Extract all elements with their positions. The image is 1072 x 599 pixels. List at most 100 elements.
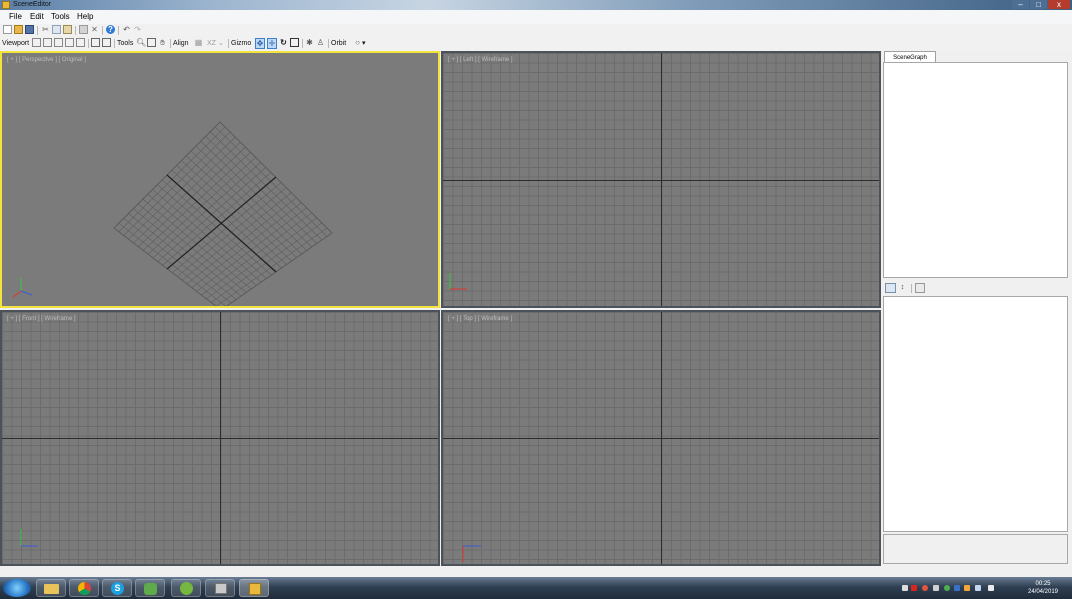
volume-icon[interactable] [933,585,939,591]
align-grid-icon[interactable]: ▦ [194,38,203,47]
chevron-down-icon[interactable]: ⌄ [218,39,224,49]
rename-icon[interactable] [79,25,88,34]
device-taskbar-icon[interactable] [205,579,235,597]
toolbar-separator [228,39,229,48]
viewport-top[interactable]: [ + ] [ Top ] [ Wireframe ] [441,310,881,566]
grid-axis-vertical [661,312,662,564]
flag-icon[interactable] [988,585,994,591]
orbit-icon[interactable]: ○ [353,38,362,47]
explorer-taskbar-icon[interactable] [36,579,66,597]
tray-antivirus-icon[interactable] [911,585,917,591]
new-file-icon[interactable] [3,25,12,34]
chevron-down-icon[interactable]: ▾ [362,39,366,49]
open-folder-icon[interactable] [14,25,23,34]
viewport-front[interactable]: [ + ] [ Front ] [ Wireframe ] [0,310,440,566]
categorized-view-icon[interactable] [885,283,896,293]
toolbar-separator [102,26,103,35]
toolbar-separator [170,39,171,48]
copy-icon[interactable] [52,25,61,34]
perspective-grid [113,121,333,306]
viewport-layout-icon[interactable] [76,38,85,47]
maximize-viewport-icon[interactable] [91,38,100,47]
gizmo-label: Gizmo [231,40,252,47]
cut-icon[interactable]: ✂ [41,25,50,34]
viewport-triple-icon[interactable] [54,38,63,47]
clock-date: 24/04/2019 [1027,589,1059,595]
translate-gizmo-icon[interactable]: ✛ [267,38,277,49]
scenegraph-tree[interactable] [883,62,1068,278]
menu-tools[interactable]: Tools [51,12,70,22]
snap-icon[interactable]: ✱ [305,38,314,47]
move-gizmo-icon[interactable]: ✥ [255,38,265,49]
property-description [883,534,1068,564]
utorrent-taskbar-icon[interactable] [171,579,201,597]
property-pages-icon[interactable] [915,283,925,293]
network-icon[interactable] [964,585,970,591]
viewport-label: [ + ] [ Left ] [ Wireframe ] [448,57,513,63]
menu-file[interactable]: File [9,12,22,22]
tools-label: Tools [117,40,134,47]
maximize-button[interactable]: □ [1030,0,1047,9]
skype-taskbar-icon[interactable]: S [102,579,132,597]
viewport-single-icon[interactable] [32,38,41,47]
toolbar-separator [118,26,119,35]
viewport-label: [ + ] [ Top ] [ Wireframe ] [448,316,513,322]
scale-gizmo-icon[interactable] [290,38,299,47]
menu-help[interactable]: Help [77,12,93,22]
orbit-label: Orbit [331,40,347,47]
toolbar-separator [302,39,303,48]
tray-shield-icon[interactable] [954,585,960,591]
rotate-gizmo-icon[interactable]: ↻ [279,38,288,47]
toolbar-separator [328,39,329,48]
grid-axis-vertical [661,53,662,306]
paste-icon[interactable] [63,25,72,34]
tray-app-icon[interactable] [922,585,928,591]
redo-icon[interactable]: ↷ [133,25,142,34]
frame-icon[interactable] [147,38,156,47]
toolbar-separator [114,39,115,48]
app-icon [2,1,10,9]
save-icon[interactable] [25,25,34,34]
sort-alphabetical-icon[interactable]: ↕ [898,283,907,292]
axis-gizmo [462,545,481,562]
taskbar: S 00:25 24/04/2019 [0,577,1072,599]
menu-bar: File Edit Tools Help [0,10,1072,24]
toolbar-separator [911,284,912,293]
viewport-quad-icon[interactable] [65,38,74,47]
system-clock[interactable]: 00:25 24/04/2019 [1016,580,1070,596]
minimize-button[interactable]: – [1012,0,1029,9]
viewport-split-icon[interactable] [43,38,52,47]
delete-icon[interactable]: ✕ [90,25,99,34]
align-axis-select[interactable]: XZ [207,39,216,49]
undo-icon[interactable]: ↶ [122,25,131,34]
property-grid[interactable] [883,296,1068,532]
viewport-label: Viewport [2,40,30,47]
window-title: SceneEditor [13,1,52,8]
help-icon[interactable]: ? [106,25,115,34]
tray-sync-icon[interactable] [944,585,950,591]
restore-viewport-icon[interactable] [102,38,111,47]
property-toolbar: ↕ [883,282,1068,294]
clock-time: 00:25 [1035,581,1051,587]
start-button[interactable] [3,579,31,597]
toolbar-separator [75,26,76,35]
sceneeditor-taskbar-icon[interactable] [239,579,269,597]
grid-axis-vertical [220,312,221,564]
zoom-icon[interactable]: 🔍︎ [136,38,146,47]
toolbar-separator [88,39,89,48]
toolbar-separator [37,26,38,35]
pan-hand-icon[interactable]: ✋︎ [158,38,167,47]
axis-gizmo [12,278,33,298]
viewport-left[interactable]: [ + ] [ Left ] [ Wireframe ] [441,51,881,308]
pivot-icon[interactable]: ♙ [316,38,325,47]
axis-gizmo [20,529,38,547]
menu-edit[interactable]: Edit [30,12,44,22]
tray-device-icon[interactable] [902,585,908,591]
chrome-taskbar-icon[interactable] [69,579,99,597]
app-taskbar-icon[interactable] [135,579,165,597]
axis-gizmo [449,273,467,290]
viewport-label: [ + ] [ Front ] [ Wireframe ] [7,316,76,322]
close-button[interactable]: x [1048,0,1070,9]
tray-monitor-icon[interactable] [975,585,981,591]
viewport-perspective[interactable]: [ + ] [ Perspective ] [ Original ] [0,51,440,308]
